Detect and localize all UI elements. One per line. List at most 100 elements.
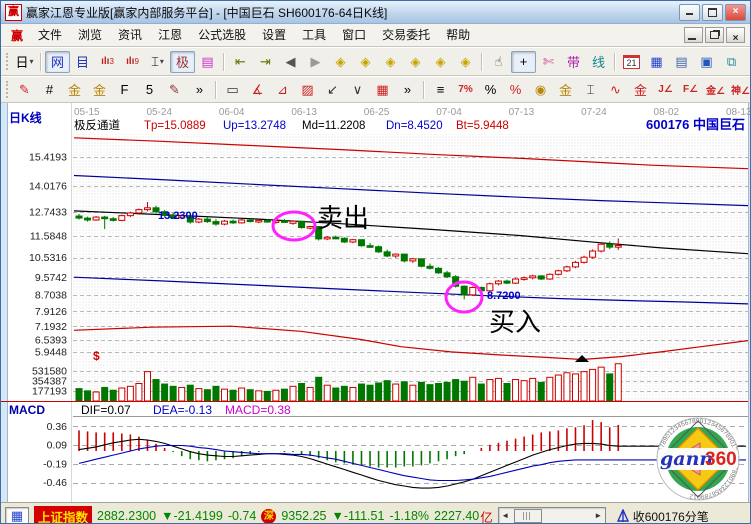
scroll-right-icon[interactable]: ► — [592, 509, 605, 523]
shrink-right-icon[interactable]: ◈ — [428, 51, 453, 73]
jifan-channel-icon[interactable]: 极 — [170, 51, 195, 73]
svg-text:Tp=15.0889: Tp=15.0889 — [144, 120, 206, 132]
maximize-button[interactable] — [702, 4, 723, 21]
scrollbar-track[interactable] — [512, 508, 592, 524]
keyboard-icon[interactable]: ▦ — [5, 507, 29, 524]
zoom-both-icon[interactable]: ◈ — [378, 51, 403, 73]
band-tool-icon[interactable]: 带 — [561, 51, 586, 73]
shrink-left-icon[interactable]: ◈ — [403, 51, 428, 73]
crosshair-icon[interactable]: + — [511, 51, 536, 73]
color-bars-icon[interactable]: ▤ — [195, 51, 220, 73]
zoom-left-icon[interactable]: ◈ — [328, 51, 353, 73]
child-close-button[interactable]: × — [726, 27, 745, 43]
index-badge[interactable]: 上证指数 — [34, 506, 92, 524]
print-icon[interactable]: ▨ — [744, 51, 750, 73]
prev-page-icon[interactable]: ◀ — [278, 51, 303, 73]
shrink-both-icon[interactable]: ◈ — [453, 51, 478, 73]
j-angle-icon[interactable]: J∠ — [653, 79, 678, 101]
calendar-icon[interactable]: 21 — [619, 51, 644, 73]
dollar-marker: $ — [93, 349, 100, 363]
menu-item-1[interactable]: 浏览 — [70, 26, 110, 44]
close-button[interactable]: × — [725, 4, 746, 21]
menu-item-8[interactable]: 交易委托 — [374, 26, 438, 44]
toolbar-separator — [223, 53, 225, 71]
arrow-line-icon[interactable]: ↙ — [320, 79, 345, 101]
percent7-icon[interactable]: 7% — [453, 79, 478, 101]
app-window: 赢 赢家江恩专业版[赢家内部服务平台] - [中国巨石 SH600176-64日… — [0, 0, 751, 524]
mini-chart-3-icon[interactable]: ılı3 — [95, 51, 120, 73]
pen-tool-icon[interactable]: ✎ — [12, 79, 37, 101]
fan-lines-icon[interactable]: ∡ — [245, 79, 270, 101]
f-angle-icon[interactable]: F∠ — [678, 79, 703, 101]
menu-item-6[interactable]: 工具 — [294, 26, 334, 44]
curve-tool-icon[interactable]: 线 — [586, 51, 611, 73]
child-minimize-button[interactable] — [684, 27, 703, 43]
turnover-amount: 2227.40 — [434, 509, 479, 523]
menu-item-3[interactable]: 江恩 — [150, 26, 190, 44]
percent-line-icon[interactable]: % — [503, 79, 528, 101]
golden-h-icon[interactable]: 金 — [62, 79, 87, 101]
horizontal-scrollbar[interactable]: ◄ ► — [498, 507, 606, 524]
percent-icon[interactable]: % — [478, 79, 503, 101]
minimize-button[interactable] — [679, 4, 700, 21]
svg-text:14.0176: 14.0176 — [29, 180, 67, 192]
save-icon[interactable]: ▣ — [694, 51, 719, 73]
svg-text:05-15: 05-15 — [74, 107, 100, 118]
menu-item-7[interactable]: 窗口 — [334, 26, 374, 44]
red-grid-icon[interactable]: ▦ — [370, 79, 395, 101]
box-tool-icon[interactable]: ▭ — [220, 79, 245, 101]
menu-item-0[interactable]: 文件 — [30, 26, 70, 44]
shen-angle-icon[interactable]: 神∠ — [728, 79, 750, 101]
svg-text:-0.19: -0.19 — [43, 459, 67, 471]
more-tools2-icon[interactable]: » — [395, 79, 420, 101]
scrollbar-thumb[interactable] — [514, 509, 542, 523]
kline-period-icon[interactable]: 日▾ — [12, 51, 37, 73]
box-fan-icon[interactable]: ⊿ — [270, 79, 295, 101]
mini-chart-9-icon[interactable]: ılı9 — [120, 51, 145, 73]
wave-icon[interactable]: ∿ — [603, 79, 628, 101]
sz-index-price: 9352.25 — [281, 509, 326, 523]
svg-text:7.9126: 7.9126 — [35, 306, 67, 318]
erase-tool-icon[interactable]: ✄ — [536, 51, 561, 73]
child-restore-button[interactable] — [705, 27, 724, 43]
gold2-angle-icon[interactable]: 金∠ — [703, 79, 728, 101]
next-page-icon[interactable]: ▶ — [303, 51, 328, 73]
app-icon: 赢 — [5, 4, 22, 21]
menu-item-4[interactable]: 公式选股 — [190, 26, 254, 44]
hand-tool-icon[interactable]: ☝ — [486, 51, 511, 73]
sz-index-pct: -1.18% — [389, 509, 429, 523]
measure-grid-icon[interactable]: # — [37, 79, 62, 101]
zoom-right-icon[interactable]: ◈ — [353, 51, 378, 73]
last-page-icon[interactable]: ⇥ — [253, 51, 278, 73]
gold-circle-icon[interactable]: ◉ — [528, 79, 553, 101]
app-menu-icon[interactable]: 赢 — [4, 27, 30, 44]
scroll-left-icon[interactable]: ◄ — [499, 509, 512, 523]
f10-info-icon[interactable]: 目 — [70, 51, 95, 73]
first-page-icon[interactable]: ⇤ — [228, 51, 253, 73]
toolbar-grip[interactable] — [6, 81, 8, 98]
menu-item-5[interactable]: 设置 — [254, 26, 294, 44]
toolbar-separator — [215, 81, 217, 99]
gold-angle-icon[interactable]: 金 — [628, 79, 653, 101]
fibonacci-icon[interactable]: F — [112, 79, 137, 101]
shenzhen-badge[interactable]: 深 — [261, 509, 276, 524]
kline-chart[interactable]: 05-1505-2406-0406-1306-2507-0407-1307-24… — [1, 103, 751, 502]
candle-pen-icon[interactable]: ⌶ — [578, 79, 603, 101]
menu-item-2[interactable]: 资讯 — [110, 26, 150, 44]
multi-view-icon[interactable]: 网 — [45, 51, 70, 73]
menu-item-9[interactable]: 帮助 — [438, 26, 478, 44]
box-diag-icon[interactable]: ▨ — [295, 79, 320, 101]
export-icon[interactable]: ⧉ — [719, 51, 744, 73]
candle-style-icon[interactable]: ⌶▾ — [145, 51, 170, 73]
window-title: 赢家江恩专业版[赢家内部服务平台] - [中国巨石 SH600176-64日K线… — [26, 4, 679, 21]
toolbar-grip[interactable] — [6, 53, 8, 70]
calculator-icon[interactable]: ▦ — [644, 51, 669, 73]
gold-lines-icon[interactable]: 金 — [553, 79, 578, 101]
volume-dist-icon[interactable]: ≡ — [428, 79, 453, 101]
golden-v-icon[interactable]: 金 — [87, 79, 112, 101]
gann5-icon[interactable]: 5 — [137, 79, 162, 101]
flag-pen-icon[interactable]: ✎ — [162, 79, 187, 101]
more-tools-icon[interactable]: » — [187, 79, 212, 101]
memo-icon[interactable]: ▤ — [669, 51, 694, 73]
vee-line-icon[interactable]: ∨ — [345, 79, 370, 101]
